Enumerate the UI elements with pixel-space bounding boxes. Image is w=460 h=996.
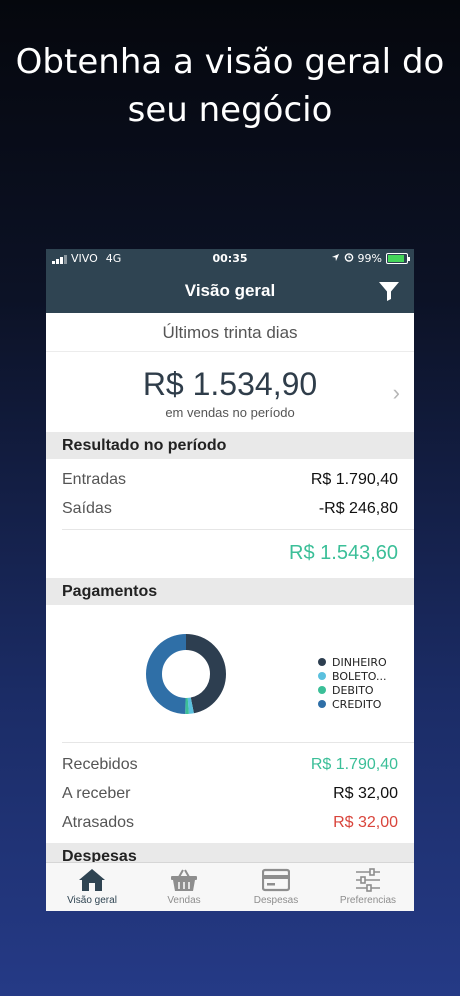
promo-line-2: seu negócio — [127, 90, 333, 130]
payment-row-atrasados: Atrasados R$ 32,00 — [46, 808, 414, 837]
battery-icon — [386, 253, 410, 264]
alarm-icon — [344, 252, 354, 265]
legend-dot — [318, 658, 326, 666]
tab-label: Preferencias — [339, 895, 397, 906]
row-label: Entradas — [62, 470, 127, 488]
row-label: Recebidos — [62, 755, 138, 773]
page-title: Visão geral — [184, 281, 276, 300]
status-bar: VIVO 4G 00:35 99% — [46, 249, 414, 269]
tab-visao-geral[interactable]: Visão geral — [46, 863, 138, 911]
row-label: Saídas — [62, 499, 112, 517]
tab-despesas[interactable]: Despesas — [230, 863, 322, 911]
payments-donut — [146, 634, 226, 714]
row-value: R$ 32,00 — [333, 813, 398, 831]
card-icon — [262, 868, 290, 892]
location-icon — [331, 252, 340, 265]
filter-icon — [379, 282, 399, 301]
legend-label: DINHEIRO — [332, 655, 387, 669]
result-header: Resultado no período — [46, 432, 414, 459]
home-icon — [79, 869, 105, 891]
result-row-entradas: Entradas R$ 1.790,40 — [46, 465, 414, 494]
battery-percent: 99% — [357, 252, 382, 265]
row-value: R$ 1.790,40 — [310, 470, 398, 488]
sales-total: R$ 1.534,90 — [142, 366, 318, 402]
row-label: Atrasados — [62, 813, 135, 831]
period-selector[interactable]: Últimos trinta dias — [46, 313, 414, 352]
promo-line-1: Obtenha a visão geral do — [15, 42, 445, 82]
sliders-icon — [356, 868, 380, 892]
tab-label: Visão geral — [67, 895, 117, 906]
payment-row-a-receber: A receber R$ 32,00 — [46, 779, 414, 808]
tab-vendas[interactable]: Vendas — [138, 863, 230, 911]
row-value: R$ 1.790,40 — [310, 755, 398, 773]
legend-item: BOLETO... — [318, 669, 387, 683]
row-label: A receber — [62, 784, 131, 802]
payments-chart: DINHEIRO BOLETO... DEBITO CREDITO — [46, 605, 414, 742]
row-value: R$ 32,00 — [333, 784, 398, 802]
result-total: R$ 1.543,60 — [289, 542, 398, 564]
payments-legend: DINHEIRO BOLETO... DEBITO CREDITO — [318, 655, 387, 711]
legend-item: CREDITO — [318, 697, 387, 711]
result-row-saidas: Saídas -R$ 246,80 — [46, 494, 414, 523]
filter-button[interactable] — [378, 280, 400, 302]
payment-row-recebidos: Recebidos R$ 1.790,40 — [46, 750, 414, 779]
payments-header: Pagamentos — [46, 578, 414, 605]
nav-bar: Visão geral — [46, 269, 414, 313]
legend-label: BOLETO... — [332, 669, 387, 683]
row-value: -R$ 246,80 — [318, 499, 398, 517]
chevron-right-icon: › — [392, 380, 400, 405]
legend-dot — [318, 672, 326, 680]
sales-summary[interactable]: R$ 1.534,90 em vendas no período › — [46, 352, 414, 432]
legend-item: DEBITO — [318, 683, 387, 697]
legend-dot — [318, 700, 326, 708]
tab-preferencias[interactable]: Preferencias — [322, 863, 414, 911]
sales-caption: em vendas no período — [165, 405, 295, 420]
legend-item: DINHEIRO — [318, 655, 387, 669]
phone-screen: VIVO 4G 00:35 99% Visão geral Últimos tr… — [46, 249, 414, 911]
legend-label: CREDITO — [332, 697, 382, 711]
tab-bar: Visão geral Vendas Despesas Preferencias — [46, 862, 414, 911]
basket-icon — [171, 869, 197, 891]
tab-label: Despesas — [253, 895, 299, 906]
legend-label: DEBITO — [332, 683, 374, 697]
promo-headline: Obtenha a visão geral do seu negócio — [0, 38, 460, 134]
tab-label: Vendas — [167, 895, 201, 906]
legend-dot — [318, 686, 326, 694]
